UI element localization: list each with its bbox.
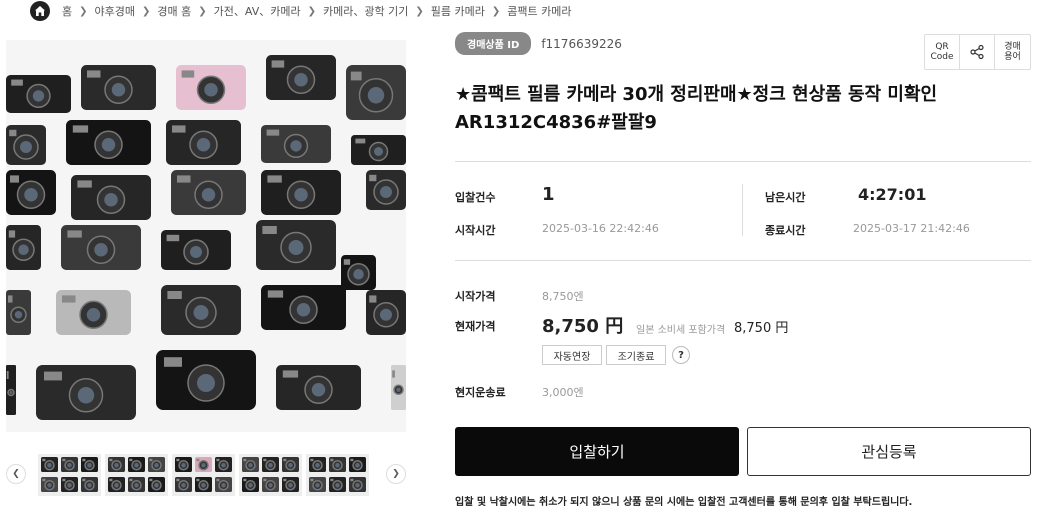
- price-section: 시작가격 8,750엔 현재가격 8,750 円 일본 소비세 포함가격 8,7…: [455, 261, 1031, 389]
- auction-id-badge: 경매상품 ID: [455, 32, 532, 55]
- product-thumbnail[interactable]: [239, 454, 302, 496]
- remaining-time-label: 남은시간: [765, 191, 806, 204]
- early-end-chip[interactable]: 조기종료: [606, 345, 666, 365]
- divider: [742, 184, 743, 236]
- auto-extend-chip[interactable]: 자동연장: [542, 345, 602, 365]
- chevron-right-icon: ❯: [142, 5, 151, 17]
- chevron-right-icon: ❯: [79, 5, 88, 17]
- help-icon[interactable]: ?: [672, 346, 690, 364]
- breadcrumb-item[interactable]: 홈: [62, 3, 72, 19]
- bid-notice: 입찰 및 낙찰시에는 취소가 되지 않으니 상품 문의 시에는 입찰전 고객센터…: [455, 497, 913, 508]
- thumbnail-prev-button[interactable]: ❮: [6, 464, 26, 484]
- thumbnail-strip: [38, 454, 369, 496]
- end-time-value: 2025-03-17 21:42:46: [853, 222, 970, 235]
- chevron-right-icon: ❯: [307, 5, 316, 17]
- thumbnail-next-button[interactable]: ❯: [386, 464, 406, 484]
- product-title: ★콤팩트 필름 카메라 30개 정리판매★정크 현상품 동작 미확인 AR131…: [455, 84, 938, 133]
- remaining-time-value: 4:27:01: [858, 185, 927, 204]
- breadcrumb-item[interactable]: 야후경매: [95, 3, 135, 19]
- breadcrumb-item[interactable]: 경매 홈: [157, 3, 191, 19]
- breadcrumb-item[interactable]: 가전、AV、카메라: [214, 3, 301, 19]
- breadcrumb-item[interactable]: 카메라、광학 기기: [323, 3, 408, 19]
- tool-buttons: QR Code 경매 용어: [924, 34, 1031, 70]
- chevron-right-icon: ❯: [415, 5, 424, 17]
- watchlist-button[interactable]: 관심등록: [747, 427, 1031, 476]
- product-thumbnail[interactable]: [38, 454, 101, 496]
- product-info-panel: 경매상품 ID f1176639226 QR Code 경매 용어 ★콤팩트 필…: [455, 32, 1031, 414]
- shipping-fee-value: 3,000엔: [542, 386, 584, 399]
- breadcrumb-item[interactable]: 콤팩트 카메라: [507, 3, 571, 19]
- product-thumbnail[interactable]: [306, 454, 369, 496]
- share-button[interactable]: [960, 35, 995, 69]
- tax-included-price: 8,750 円: [734, 321, 789, 336]
- start-time-label: 시작시간: [455, 224, 496, 237]
- product-main-image[interactable]: [6, 40, 406, 432]
- breadcrumb: 홈 ❯ 야후경매 ❯ 경매 홈 ❯ 가전、AV、카메라 ❯ 카메라、광학 기기 …: [30, 0, 575, 22]
- product-thumbnail[interactable]: [105, 454, 168, 496]
- qr-code-button[interactable]: QR Code: [925, 35, 960, 69]
- tax-included-note: 일본 소비세 포함가격: [636, 325, 726, 336]
- home-icon[interactable]: [30, 1, 50, 21]
- current-price-value: 8,750 円: [542, 316, 624, 337]
- bid-count-value[interactable]: 1: [542, 184, 555, 205]
- chevron-right-icon: ❯: [198, 5, 207, 17]
- chevron-right-icon: ❯: [491, 5, 501, 17]
- start-price-label: 시작가격: [455, 290, 496, 303]
- bid-button[interactable]: 입찰하기: [455, 427, 739, 476]
- shipping-fee-label: 현지운송료: [455, 386, 506, 399]
- start-price-value: 8,750엔: [542, 290, 584, 303]
- end-time-label: 종료시간: [765, 224, 806, 237]
- bid-count-label: 입찰건수: [455, 191, 496, 204]
- share-icon: [970, 44, 984, 60]
- auction-id-value: f1176639226: [541, 36, 622, 51]
- breadcrumb-item[interactable]: 필름 카메라: [431, 3, 485, 19]
- auction-terms-button[interactable]: 경매 용어: [995, 35, 1030, 69]
- shipping-row: 현지운송료 3,000엔: [455, 384, 1031, 414]
- product-thumbnail[interactable]: [172, 454, 235, 496]
- start-time-value: 2025-03-16 22:42:46: [542, 222, 659, 235]
- current-price-label: 현재가격: [455, 320, 496, 333]
- auction-stats: 입찰건수 1 시작시간 2025-03-16 22:42:46 남은시간 4:2…: [455, 162, 1031, 260]
